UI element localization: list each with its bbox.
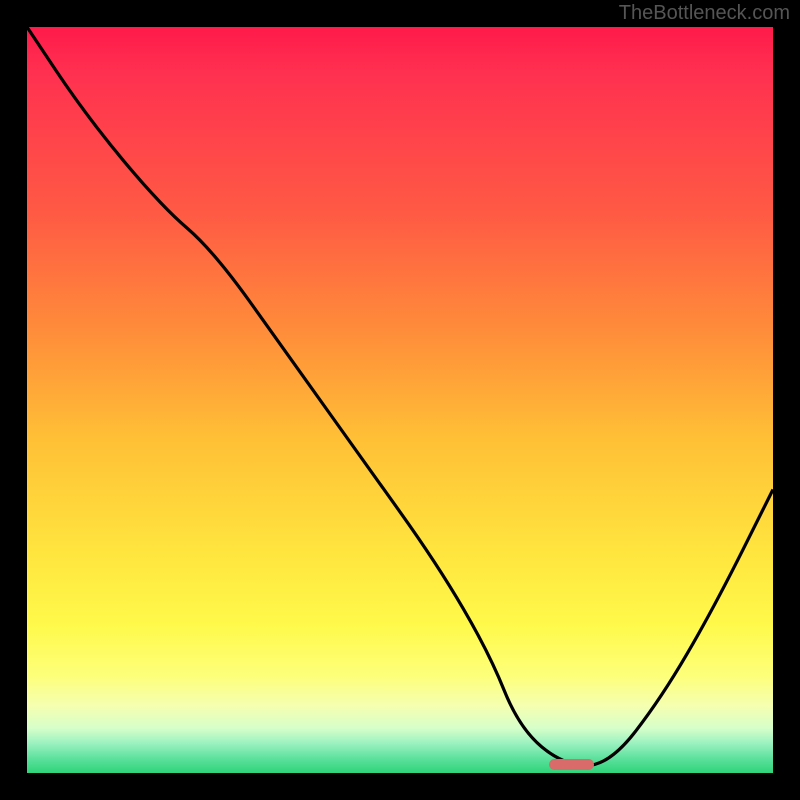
bottleneck-curve: [27, 27, 773, 773]
watermark-text: TheBottleneck.com: [619, 2, 790, 25]
curve-path: [27, 27, 773, 766]
plot-area: [27, 27, 773, 773]
optimal-marker: [549, 759, 594, 770]
